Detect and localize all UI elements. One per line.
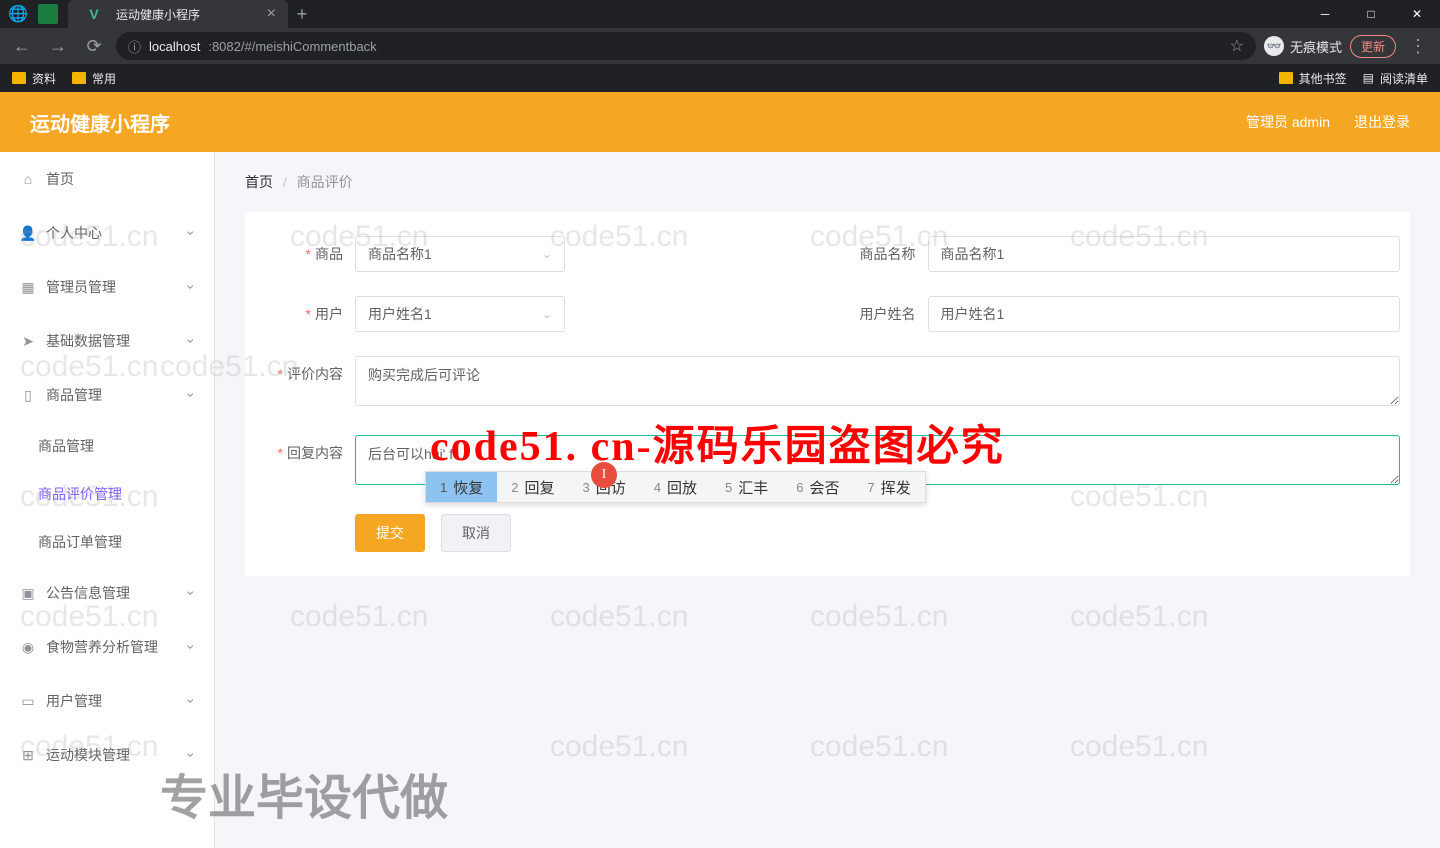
menu-icon[interactable]: ⋮ [1404, 32, 1432, 60]
url-path: :8082/#/meishiCommentback [208, 39, 376, 54]
sidebar-item-sport[interactable]: ⊞运动模块管理 [0, 728, 214, 782]
module-icon: ⊞ [20, 747, 36, 763]
ime-candidate-4[interactable]: 4回放 [640, 472, 711, 502]
bell-icon: ▣ [20, 585, 36, 601]
browser-tab[interactable]: V 运动健康小程序 × [68, 0, 288, 28]
incognito-icon: 👓 [1264, 36, 1284, 56]
sidebar-sub-product[interactable]: 商品管理 [0, 422, 214, 470]
ime-candidate-2[interactable]: 2回复 [497, 472, 568, 502]
maximize-button[interactable]: □ [1348, 0, 1394, 28]
chart-icon: ◉ [20, 639, 36, 655]
ime-candidate-6[interactable]: 6会否 [782, 472, 853, 502]
bookmark-folder-zl[interactable]: 资料 [12, 70, 56, 87]
breadcrumb-home[interactable]: 首页 [245, 174, 273, 190]
tab-close-icon[interactable]: × [267, 5, 276, 23]
reading-list[interactable]: ▤阅读清单 [1363, 70, 1428, 87]
user-icon: 👤 [20, 225, 36, 241]
new-tab-button[interactable]: + [288, 4, 316, 25]
sidebar-item-notice[interactable]: ▣公告信息管理 [0, 566, 214, 620]
ime-candidate-7[interactable]: 7挥发 [854, 472, 925, 502]
sidebar-item-home[interactable]: ⌂首页 [0, 152, 214, 206]
form-item-user-name: 用户姓名 [828, 296, 1401, 332]
product-select[interactable]: 商品名称1 [355, 236, 565, 272]
sidebar-item-personal[interactable]: 👤个人中心 [0, 206, 214, 260]
box-icon: ▯ [20, 387, 36, 403]
insecure-icon: ⓘ [128, 37, 141, 56]
list-icon: ▤ [1363, 71, 1374, 85]
user-label: *用户 [255, 296, 355, 332]
form-item-product-name: 商品名称 [828, 236, 1401, 272]
user-select[interactable]: 用户姓名1 [355, 296, 565, 332]
back-button[interactable]: ← [8, 32, 36, 60]
button-row: 提交 取消 [255, 514, 1400, 552]
update-button[interactable]: 更新 [1350, 35, 1396, 58]
folder-icon [12, 72, 26, 84]
url-host: localhost [149, 39, 200, 54]
users-icon: ▭ [20, 693, 36, 709]
send-icon: ➤ [20, 333, 36, 349]
folder-icon [1279, 72, 1293, 84]
sidebar-item-product[interactable]: ▯商品管理 [0, 368, 214, 422]
incognito-indicator[interactable]: 👓 无痕模式 [1264, 36, 1342, 56]
user-name-label: 用户姓名 [828, 296, 928, 332]
address-bar: ← → ⟳ ⓘ localhost :8082/#/meishiCommentb… [0, 28, 1440, 64]
vue-icon: V [80, 0, 108, 28]
form-item-reply: *回复内容 1恢复 2回复 3回访 4回放 5汇丰 6会否 7挥发 [255, 435, 1400, 490]
submit-button[interactable]: 提交 [355, 514, 425, 552]
sidebar-item-user[interactable]: ▭用户管理 [0, 674, 214, 728]
browser-chrome: 🌐 V 运动健康小程序 × + ─ □ ✕ ← → ⟳ ⓘ localhost … [0, 0, 1440, 92]
form-card: *商品 商品名称1 商品名称 *用户 用户姓名1 用户姓名 [245, 212, 1410, 576]
breadcrumb: 首页 / 商品评价 [245, 152, 1410, 212]
breadcrumb-sep: / [283, 174, 287, 190]
bookmark-bar: 资料 常用 其他书签 ▤阅读清单 [0, 64, 1440, 92]
app-title: 运动健康小程序 [30, 108, 170, 137]
click-indicator: I [591, 462, 617, 488]
sidebar-sub-order[interactable]: 商品订单管理 [0, 518, 214, 566]
ime-candidate-bar: 1恢复 2回复 3回访 4回放 5汇丰 6会否 7挥发 [425, 471, 926, 503]
product-name-input[interactable] [928, 236, 1401, 272]
form-item-comment: *评价内容 [255, 356, 1400, 411]
sidebar-item-basedata[interactable]: ➤基础数据管理 [0, 314, 214, 368]
home-icon: ⌂ [20, 171, 36, 187]
cancel-button[interactable]: 取消 [441, 514, 511, 552]
logout-link[interactable]: 退出登录 [1354, 112, 1410, 132]
folder-icon [72, 72, 86, 84]
url-input[interactable]: ⓘ localhost :8082/#/meishiCommentback ☆ [116, 32, 1256, 60]
bookmark-other[interactable]: 其他书签 [1279, 70, 1347, 87]
app-header: 运动健康小程序 管理员 admin 退出登录 [0, 92, 1440, 152]
reload-button[interactable]: ⟳ [80, 32, 108, 60]
comment-label: *评价内容 [255, 356, 355, 392]
close-window-button[interactable]: ✕ [1394, 0, 1440, 28]
app-icon[interactable] [38, 4, 58, 24]
form-item-user: *用户 用户姓名1 [255, 296, 828, 332]
minimize-button[interactable]: ─ [1302, 0, 1348, 28]
form-item-product: *商品 商品名称1 [255, 236, 828, 272]
breadcrumb-current: 商品评价 [297, 174, 353, 190]
user-name-input[interactable] [928, 296, 1401, 332]
forward-button[interactable]: → [44, 32, 72, 60]
ime-candidate-5[interactable]: 5汇丰 [711, 472, 782, 502]
grid-icon: ▦ [20, 279, 36, 295]
sidebar-sub-comment[interactable]: 商品评价管理 [0, 470, 214, 518]
product-label: *商品 [255, 236, 355, 272]
sidebar-item-food[interactable]: ◉食物营养分析管理 [0, 620, 214, 674]
sidebar: ⌂首页 👤个人中心 ▦管理员管理 ➤基础数据管理 ▯商品管理 商品管理 商品评价… [0, 152, 215, 848]
product-name-label: 商品名称 [828, 236, 928, 272]
main-content: 首页 / 商品评价 *商品 商品名称1 商品名称 *用户 用户姓名1 [215, 152, 1440, 848]
reply-label: *回复内容 [255, 435, 355, 471]
window-controls: ─ □ ✕ [1302, 0, 1440, 28]
bookmark-folder-cy[interactable]: 常用 [72, 70, 116, 87]
admin-label[interactable]: 管理员 admin [1246, 112, 1330, 132]
globe-icon[interactable]: 🌐 [4, 0, 32, 28]
comment-textarea[interactable] [355, 356, 1400, 406]
app-body: ⌂首页 👤个人中心 ▦管理员管理 ➤基础数据管理 ▯商品管理 商品管理 商品评价… [0, 152, 1440, 848]
tab-title: 运动健康小程序 [116, 6, 200, 23]
ime-candidate-1[interactable]: 1恢复 [426, 472, 497, 502]
bookmark-star-icon[interactable]: ☆ [1230, 36, 1244, 56]
tab-bar: 🌐 V 运动健康小程序 × + ─ □ ✕ [0, 0, 1440, 28]
sidebar-item-admin[interactable]: ▦管理员管理 [0, 260, 214, 314]
